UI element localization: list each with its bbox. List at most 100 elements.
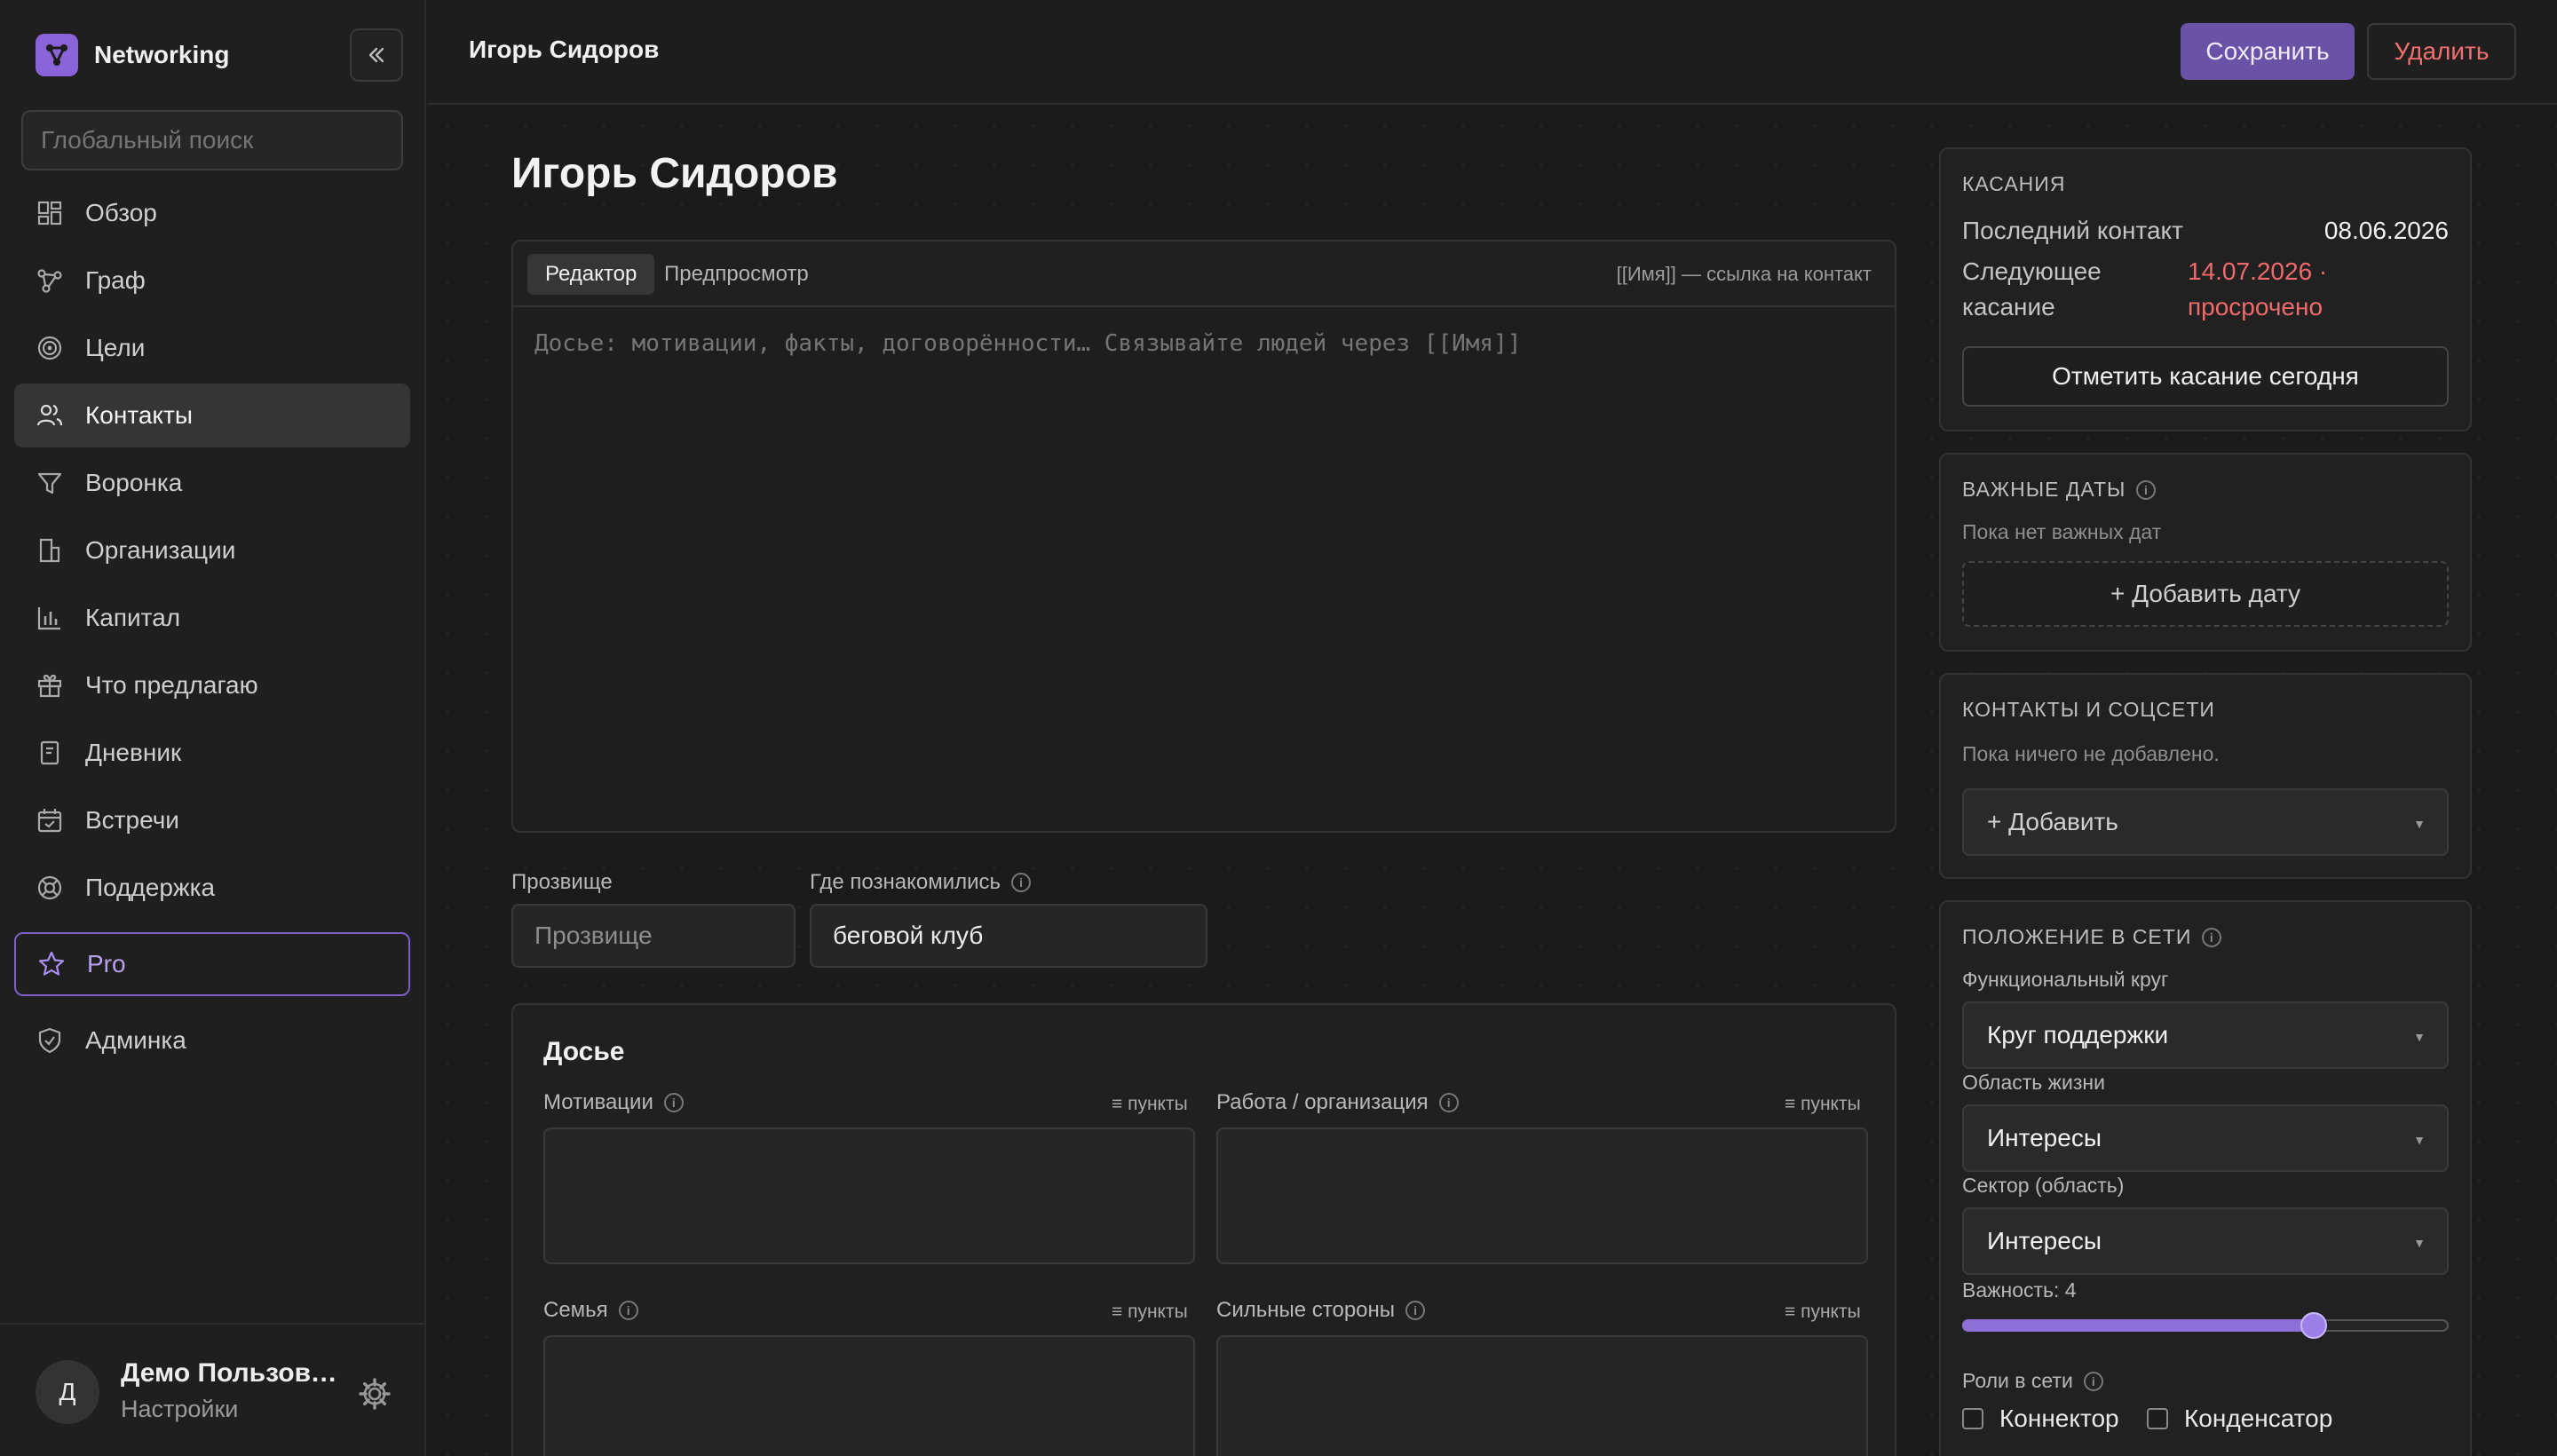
- strengths-points-toggle[interactable]: ≡ пункты: [1785, 1302, 1861, 1323]
- sidebar-item-label: Капитал: [85, 604, 181, 631]
- save-button[interactable]: Сохранить: [2181, 23, 2355, 80]
- delete-button[interactable]: Удалить: [2367, 23, 2516, 80]
- sidebar-item-support[interactable]: Поддержка: [14, 856, 410, 920]
- network-position-card: ПОЛОЖЕНИЕ В СЕТИ i Функциональный круг Кр…: [1939, 900, 2472, 1456]
- family-points-toggle[interactable]: ≡ пункты: [1112, 1302, 1188, 1323]
- sidebar: Networking Обзор Граф Цели Контакты: [0, 0, 426, 1456]
- bar-chart-icon: [37, 607, 60, 630]
- circle-select[interactable]: Круг поддержки ▼: [1962, 1001, 2449, 1069]
- user-settings-link[interactable]: Настройки: [121, 1396, 238, 1423]
- touches-card: КАСАНИЯ Последний контакт 08.06.2026 Сле…: [1939, 147, 2472, 431]
- sidebar-item-funnel[interactable]: Воронка: [14, 451, 410, 515]
- sector-select[interactable]: Интересы ▼: [1962, 1207, 2449, 1275]
- nickname-label: Прозвище: [511, 870, 613, 894]
- sidebar-item-pro[interactable]: Pro: [14, 932, 410, 996]
- user-name: Демо Пользователь: [121, 1358, 352, 1388]
- gear-icon[interactable]: [357, 1376, 392, 1412]
- users-icon: [36, 404, 63, 426]
- overdue-badge: просрочено: [2188, 293, 2323, 320]
- contact-heading: Игорь Сидоров: [511, 150, 838, 197]
- app-logo-icon: [36, 34, 78, 76]
- family-textarea[interactable]: [543, 1335, 1195, 1456]
- role-checkbox-condenser[interactable]: Конденсатор: [2147, 1405, 2332, 1433]
- role-checkbox-connector[interactable]: Коннектор: [1962, 1405, 2119, 1433]
- notes-textarea[interactable]: [513, 307, 1895, 831]
- info-icon[interactable]: i: [663, 1093, 684, 1112]
- next-touch-date: 14.07.2026 ·: [2188, 257, 2328, 285]
- work-label-text: Работа / организация: [1216, 1090, 1429, 1114]
- sidebar-item-graph[interactable]: Граф: [14, 249, 410, 313]
- strengths-textarea[interactable]: [1216, 1335, 1868, 1456]
- info-icon[interactable]: i: [2083, 1371, 2103, 1391]
- life-area-select[interactable]: Интересы ▼: [1962, 1104, 2449, 1172]
- info-icon[interactable]: i: [2202, 927, 2222, 947]
- important-dates-empty: Пока нет важных дат: [1962, 520, 2162, 543]
- sidebar-item-label: Встречи: [85, 806, 179, 834]
- info-icon[interactable]: i: [618, 1301, 638, 1320]
- caret-down-icon: ▼: [2413, 1133, 2426, 1147]
- motivations-label: Мотивации i: [543, 1090, 684, 1115]
- page-title: Игорь Сидоров: [469, 36, 660, 63]
- notes-editor: Редактор Предпросмотр [[Имя]] — ссылка н…: [511, 240, 1896, 833]
- funnel-icon: [37, 472, 62, 495]
- sidebar-item-organizations[interactable]: Организации: [14, 518, 410, 582]
- important-dates-card: ВАЖНЫЕ ДАТЫ i Пока нет важных дат + Добав…: [1939, 453, 2472, 652]
- sidebar-item-meetings[interactable]: Встречи: [14, 788, 410, 852]
- sidebar-item-goals[interactable]: Цели: [14, 316, 410, 380]
- add-social-dropdown[interactable]: + Добавить ▼: [1962, 788, 2449, 856]
- sidebar-item-offers[interactable]: Что предлагаю: [14, 653, 410, 717]
- info-icon[interactable]: i: [1011, 873, 1032, 892]
- add-date-button[interactable]: + Добавить дату: [1962, 561, 2449, 627]
- info-icon[interactable]: i: [1405, 1301, 1426, 1320]
- work-points-toggle[interactable]: ≡ пункты: [1785, 1094, 1861, 1115]
- sidebar-item-label: Цели: [85, 334, 146, 361]
- shield-check-icon: [38, 1027, 61, 1054]
- brand[interactable]: Networking: [36, 34, 229, 76]
- met-where-label: Где познакомились i: [810, 870, 1032, 895]
- next-touch-label-1: Следующее: [1962, 257, 2102, 285]
- avatar[interactable]: Д: [36, 1360, 99, 1424]
- editor-hint: [[Имя]] — ссылка на контакт: [1616, 263, 1872, 285]
- topbar: Игорь Сидоров Сохранить Удалить: [428, 0, 2557, 105]
- mark-touch-today-button[interactable]: Отметить касание сегодня: [1962, 346, 2449, 407]
- dossier-title: Досье: [543, 1037, 625, 1066]
- graph-icon: [37, 269, 62, 293]
- sidebar-item-label: Поддержка: [85, 874, 216, 901]
- tab-preview[interactable]: Предпросмотр: [646, 254, 827, 295]
- sidebar-item-label: Pro: [87, 950, 126, 977]
- collapse-sidebar-button[interactable]: [350, 28, 403, 82]
- target-icon: [37, 336, 62, 360]
- touches-title: КАСАНИЯ: [1962, 172, 2066, 195]
- info-icon[interactable]: i: [1438, 1093, 1459, 1112]
- important-dates-header: ВАЖНЫЕ ДАТЫ i: [1962, 478, 2157, 502]
- sidebar-item-label: Воронка: [85, 469, 183, 496]
- checkbox[interactable]: [2147, 1408, 2168, 1429]
- sidebar-item-diary[interactable]: Дневник: [14, 721, 410, 785]
- info-icon[interactable]: i: [2136, 479, 2157, 500]
- user-panel: Д Демо Пользователь Настройки: [0, 1323, 426, 1456]
- motivations-label-text: Мотивации: [543, 1090, 653, 1114]
- checkbox[interactable]: [1962, 1408, 1983, 1429]
- motivations-points-toggle[interactable]: ≡ пункты: [1112, 1094, 1188, 1115]
- family-label-text: Семья: [543, 1298, 608, 1322]
- slider-thumb[interactable]: [2300, 1312, 2327, 1339]
- sidebar-item-overview[interactable]: Обзор: [14, 181, 410, 245]
- important-dates-title: ВАЖНЫЕ ДАТЫ: [1962, 478, 2126, 501]
- global-search-input[interactable]: [21, 110, 403, 170]
- nickname-input[interactable]: [511, 904, 796, 968]
- sidebar-item-capital[interactable]: Капитал: [14, 586, 410, 650]
- motivations-textarea[interactable]: [543, 1128, 1195, 1264]
- last-contact-label: Последний контакт: [1962, 217, 2183, 244]
- role-label: Коннектор: [1999, 1405, 2119, 1432]
- sidebar-nav: Обзор Граф Цели Контакты Воронка Организ…: [14, 181, 410, 1076]
- sidebar-item-admin[interactable]: Админка: [14, 1009, 410, 1072]
- next-touch-label-2: касание: [1962, 293, 2055, 320]
- roles-label: Роли в сети: [1962, 1369, 2073, 1392]
- importance-slider[interactable]: [1962, 1312, 2449, 1339]
- strengths-label-text: Сильные стороны: [1216, 1298, 1396, 1322]
- work-textarea[interactable]: [1216, 1128, 1868, 1264]
- gift-icon: [37, 674, 62, 698]
- tab-editor[interactable]: Редактор: [527, 254, 655, 295]
- sidebar-item-contacts[interactable]: Контакты: [14, 384, 410, 447]
- met-where-input[interactable]: [810, 904, 1207, 968]
